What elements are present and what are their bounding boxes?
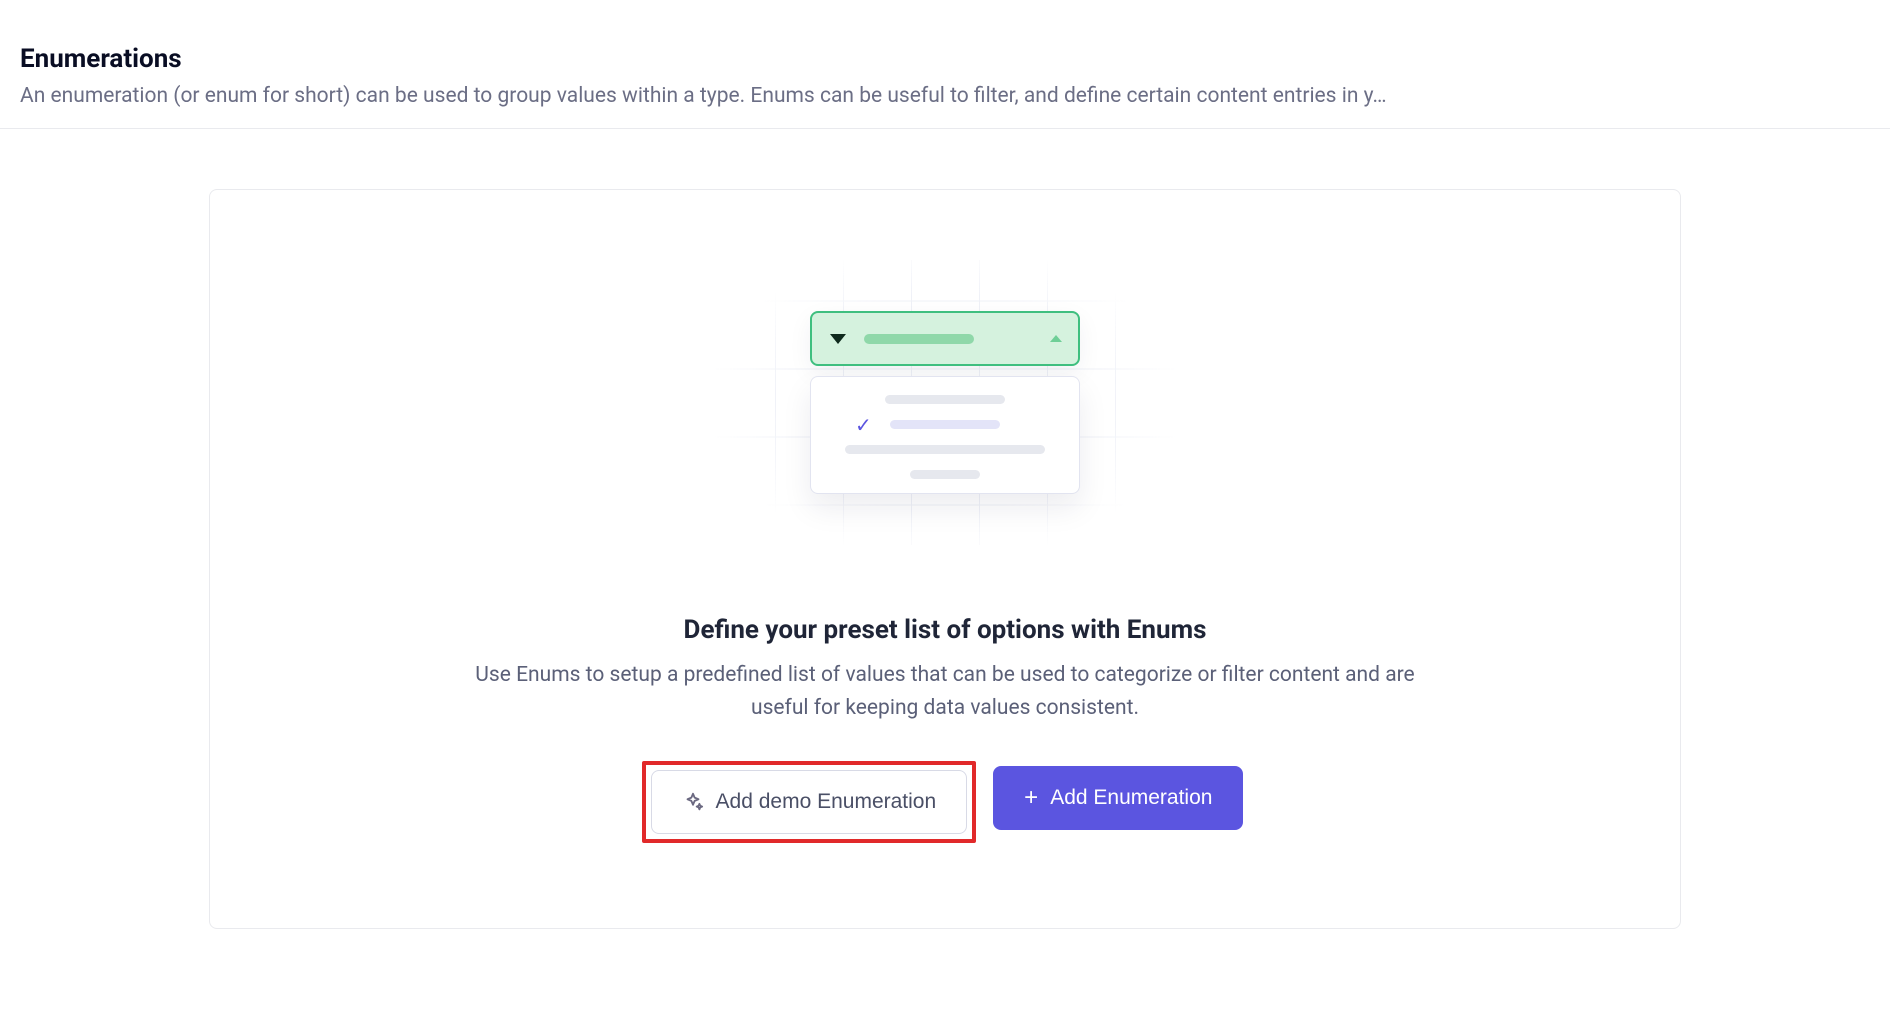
button-label: Add demo Enumeration [716,790,937,814]
enum-illustration: ✓ [675,260,1215,545]
button-label: Add Enumeration [1050,786,1212,810]
dropdown-head [810,311,1080,366]
add-enumeration-button[interactable]: + Add Enumeration [993,766,1243,830]
placeholder-line [845,445,1045,454]
button-row: Add demo Enumeration + Add Enumeration [647,766,1244,838]
dropdown-panel: ✓ [810,376,1080,494]
placeholder-bar [864,334,974,344]
dropdown-option [835,445,1055,454]
feature-description: Use Enums to setup a predefined list of … [445,659,1445,724]
placeholder-line [885,395,1005,404]
dropdown-option [835,470,1055,479]
caret-up-icon [1050,335,1062,342]
add-demo-enumeration-button[interactable]: Add demo Enumeration [651,770,968,834]
demo-button-highlight: Add demo Enumeration [642,761,977,843]
check-icon: ✓ [855,415,872,435]
sparkle-icon [682,791,704,813]
page-header: Enumerations An enumeration (or enum for… [0,0,1890,129]
placeholder-line [910,470,980,479]
content-wrap: ✓ Define your preset list of options wit… [0,129,1890,989]
dropdown-illustration: ✓ [810,311,1080,494]
dropdown-option-selected: ✓ [835,420,1055,429]
plus-icon: + [1024,786,1038,810]
triangle-down-icon [830,334,846,344]
page-description: An enumeration (or enum for short) can b… [20,84,1870,108]
empty-state-card: ✓ Define your preset list of options wit… [209,189,1681,929]
feature-title: Define your preset list of options with … [684,615,1207,645]
page-title: Enumerations [20,44,1870,74]
dropdown-option [835,395,1055,404]
placeholder-line [890,420,1000,429]
